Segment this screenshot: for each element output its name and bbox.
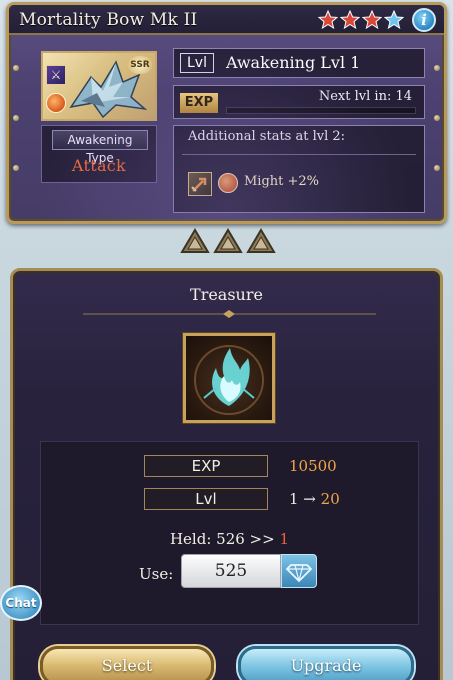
lvl-from: 1 → [289, 490, 316, 508]
use-label: Use: [139, 565, 174, 583]
exp-value: 10500 [289, 457, 337, 475]
awakening-triangle-icon [246, 228, 276, 253]
lvl-change: 1 → 20 [289, 490, 340, 508]
weapon-name: Mortality Bow Mk II [19, 10, 198, 30]
awakening-type-box: Awakening Type Attack [41, 125, 157, 183]
chat-button[interactable]: Chat [0, 585, 42, 621]
awakening-type-value: Attack [71, 156, 127, 175]
additional-stats-box: Additional stats at lvl 2: Might +2% [173, 125, 425, 213]
star-icon [361, 9, 383, 30]
held-count: Held: 526 >> [169, 530, 275, 548]
rivet-icon [13, 165, 19, 171]
lvl-to: 20 [320, 490, 340, 508]
exp-progress-bar [226, 107, 416, 114]
rarity-badge: SSR [128, 56, 152, 74]
awakening-type-label: Awakening Type [52, 130, 148, 165]
treasure-detail-panel: EXP 10500 Lvl 1 → 20 Held: 526 >> 1 Use:… [40, 441, 419, 625]
rivet-icon [434, 115, 440, 121]
awakening-triangle-icon [213, 228, 243, 253]
exp-label-box: EXP [144, 455, 268, 477]
treasure-title: Treasure [190, 285, 263, 304]
rivet-icon [13, 115, 19, 121]
use-quantity-input[interactable]: 525 [181, 554, 281, 588]
fire-element-icon [46, 93, 66, 113]
might-fire-icon [218, 173, 238, 193]
treasure-item[interactable] [183, 333, 275, 423]
held-line: Held: 526 >> 1 [41, 530, 418, 548]
element-badge-icon: ⚔ [46, 65, 66, 85]
level-row: Lvl Awakening Lvl 1 [173, 48, 425, 78]
exp-tag: EXP [180, 93, 218, 113]
weapon-portrait[interactable]: ⚔ SSR [41, 51, 157, 121]
additional-stats-title: Additional stats at lvl 2: [188, 129, 346, 144]
title-ornament [83, 310, 376, 318]
held-remaining: 1 [279, 530, 290, 548]
awakening-level-value: Awakening Lvl 1 [226, 53, 361, 72]
rivet-icon [13, 65, 19, 71]
lvl-tag: Lvl [180, 53, 214, 73]
star-icon [383, 9, 405, 30]
star-icon [317, 9, 339, 30]
crystal-flame-icon [194, 345, 264, 415]
skill-arrow-icon [188, 172, 212, 196]
awakening-triangle-icon [180, 228, 210, 253]
divider [182, 154, 416, 155]
star-icon [339, 9, 361, 30]
rivet-icon [434, 65, 440, 71]
awakening-triangles [180, 228, 276, 254]
diamond-icon [285, 564, 313, 583]
weapon-card: Mortality Bow Mk II i ⚔ SSR Awakening Ty… [6, 2, 447, 224]
upgrade-button[interactable]: Upgrade [238, 646, 414, 680]
select-button[interactable]: Select [40, 646, 214, 680]
stat-line-might: Might +2% [244, 174, 320, 189]
treasure-panel: Treasure EXP 10500 Lvl 1 → 20 Held: 526 … [10, 268, 443, 680]
weapon-title-bar: Mortality Bow Mk II i [9, 5, 444, 35]
rivet-icon [434, 165, 440, 171]
star-rating [317, 9, 405, 30]
exp-row: EXP Next lvl in: 14 [173, 85, 425, 119]
quantity-picker-button[interactable] [281, 554, 317, 588]
next-level-text: Next lvl in: 14 [318, 89, 412, 104]
lvl-label-box: Lvl [144, 488, 268, 510]
info-button[interactable]: i [412, 8, 436, 32]
